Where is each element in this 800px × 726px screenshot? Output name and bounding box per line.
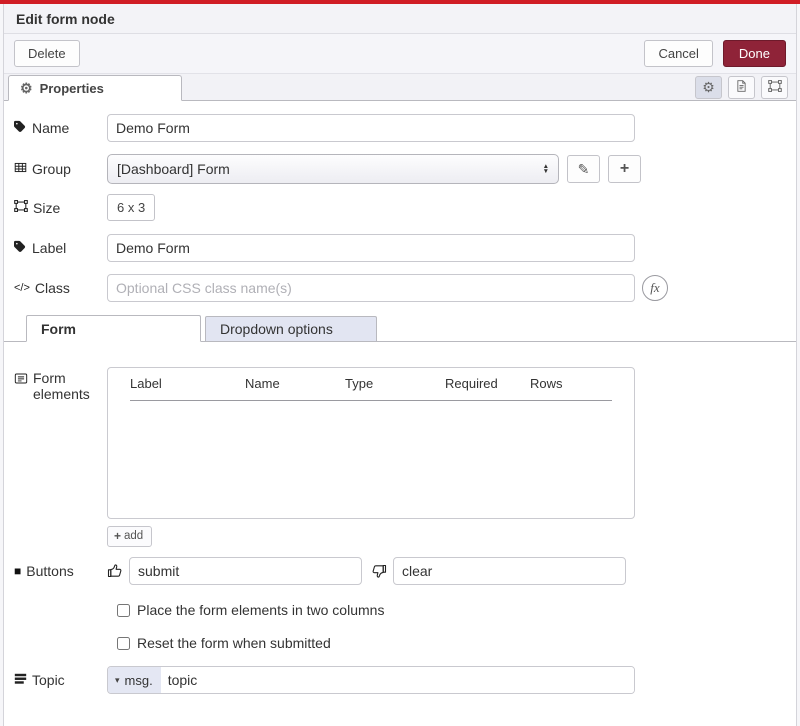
group-select[interactable]: [Dashboard] Form ▲▼ [107,154,559,184]
label-row: Label [4,234,796,262]
buttons-label-text: Buttons [26,563,73,579]
tasks-icon [14,672,27,688]
class-label-text: Class [35,280,70,296]
list-alt-icon [14,372,28,388]
reset-form-label[interactable]: Reset the form when submitted [137,635,331,651]
fx-icon: fx [650,280,659,296]
thumbs-up-icon [107,563,123,579]
column-header-name: Name [245,376,345,391]
form-elements-table[interactable]: Label Name Type Required Rows [107,367,635,519]
fx-button[interactable]: fx [642,275,668,301]
group-row: Group [Dashboard] Form ▲▼ ✎ + [4,154,796,184]
subtab-form[interactable]: Form [26,315,201,342]
pencil-icon: ✎ [578,161,590,178]
properties-icon-button[interactable]: ⚙ [695,76,722,99]
done-button[interactable]: Done [723,40,786,67]
cancel-button[interactable]: Cancel [644,40,712,67]
tab-properties[interactable]: ⚙ Properties [8,75,182,101]
topic-row: Topic ▾ msg. [4,666,796,694]
typed-input-prefix: msg. [125,673,153,688]
object-group-icon [14,199,28,216]
column-header-rows: Rows [530,376,612,391]
tab-properties-label: Properties [40,81,104,96]
subtab-dropdown-options[interactable]: Dropdown options [205,316,377,341]
topic-input[interactable] [161,667,634,693]
add-element-label: add [124,530,143,542]
object-group-icon [768,79,782,96]
topic-typed-input: ▾ msg. [107,666,635,694]
two-columns-label[interactable]: Place the form elements in two columns [137,602,384,618]
class-input[interactable] [107,274,635,302]
submit-button-input[interactable] [129,557,362,585]
two-columns-option: Place the form elements in two columns [117,602,786,618]
topic-label-text: Topic [32,672,65,688]
column-header-type: Type [345,376,445,391]
typed-input-type-button[interactable]: ▾ msg. [108,667,161,693]
add-element-button[interactable]: + add [107,526,152,547]
label-label: Label [14,240,107,256]
topic-label: Topic [14,672,107,688]
code-icon: </> [14,282,30,294]
size-row: Size 6 x 3 [4,194,796,221]
dialog-toolbar: Delete Cancel Done [4,34,796,74]
form-elements-header: Label Name Type Required Rows [130,376,612,401]
group-label-text: Group [32,161,71,177]
label-label-text: Label [32,240,66,256]
square-icon: ■ [14,564,21,578]
properties-form: Name Group [Dashboard] Form ▲▼ ✎ + [4,101,796,726]
chevron-down-icon: ▾ [115,675,120,686]
gear-icon: ⚙ [20,81,33,95]
clear-button-input[interactable] [393,557,626,585]
gear-icon: ⚙ [702,80,715,94]
name-row: Name [4,114,796,142]
tabbar-buttons: ⚙ [695,76,796,99]
name-input[interactable] [107,114,635,142]
column-header-label: Label [130,376,245,391]
tag-icon [14,120,27,136]
edit-group-button[interactable]: ✎ [567,155,600,183]
appearance-icon-button[interactable] [761,76,788,99]
description-icon-button[interactable] [728,76,755,99]
column-header-required: Required [445,376,530,391]
document-icon [735,79,748,96]
form-elements-section: Form elements Label Name Type Required R… [4,367,796,547]
plus-icon: + [114,529,121,543]
group-select-value: [Dashboard] Form [117,161,230,177]
group-label: Group [14,161,107,177]
reset-form-option: Reset the form when submitted [117,635,786,651]
name-label: Name [14,120,107,136]
two-columns-checkbox[interactable] [117,604,130,617]
edit-node-tray: Edit form node Delete Cancel Done ⚙ Prop… [3,4,797,726]
add-group-button[interactable]: + [608,155,641,183]
select-arrows-icon: ▲▼ [543,164,549,175]
size-button[interactable]: 6 x 3 [107,194,155,221]
name-label-text: Name [32,120,69,136]
delete-button[interactable]: Delete [14,40,80,67]
tag-icon [14,240,27,256]
form-elements-label: Form elements [14,370,107,402]
table-icon [14,161,27,177]
thumbs-down-icon [371,563,387,579]
buttons-label: ■ Buttons [14,563,107,579]
class-row: </> Class fx [4,274,796,302]
form-subtabs: Form Dropdown options [4,314,796,342]
reset-form-checkbox[interactable] [117,637,130,650]
plus-icon: + [620,160,629,178]
label-input[interactable] [107,234,635,262]
size-label: Size [14,199,107,216]
editor-tabbar: ⚙ Properties ⚙ [4,74,796,101]
dialog-title: Edit form node [4,4,796,34]
form-elements-label-text: Form elements [33,370,107,402]
size-label-text: Size [33,200,60,216]
class-label: </> Class [14,280,107,296]
buttons-row: ■ Buttons [4,557,796,585]
